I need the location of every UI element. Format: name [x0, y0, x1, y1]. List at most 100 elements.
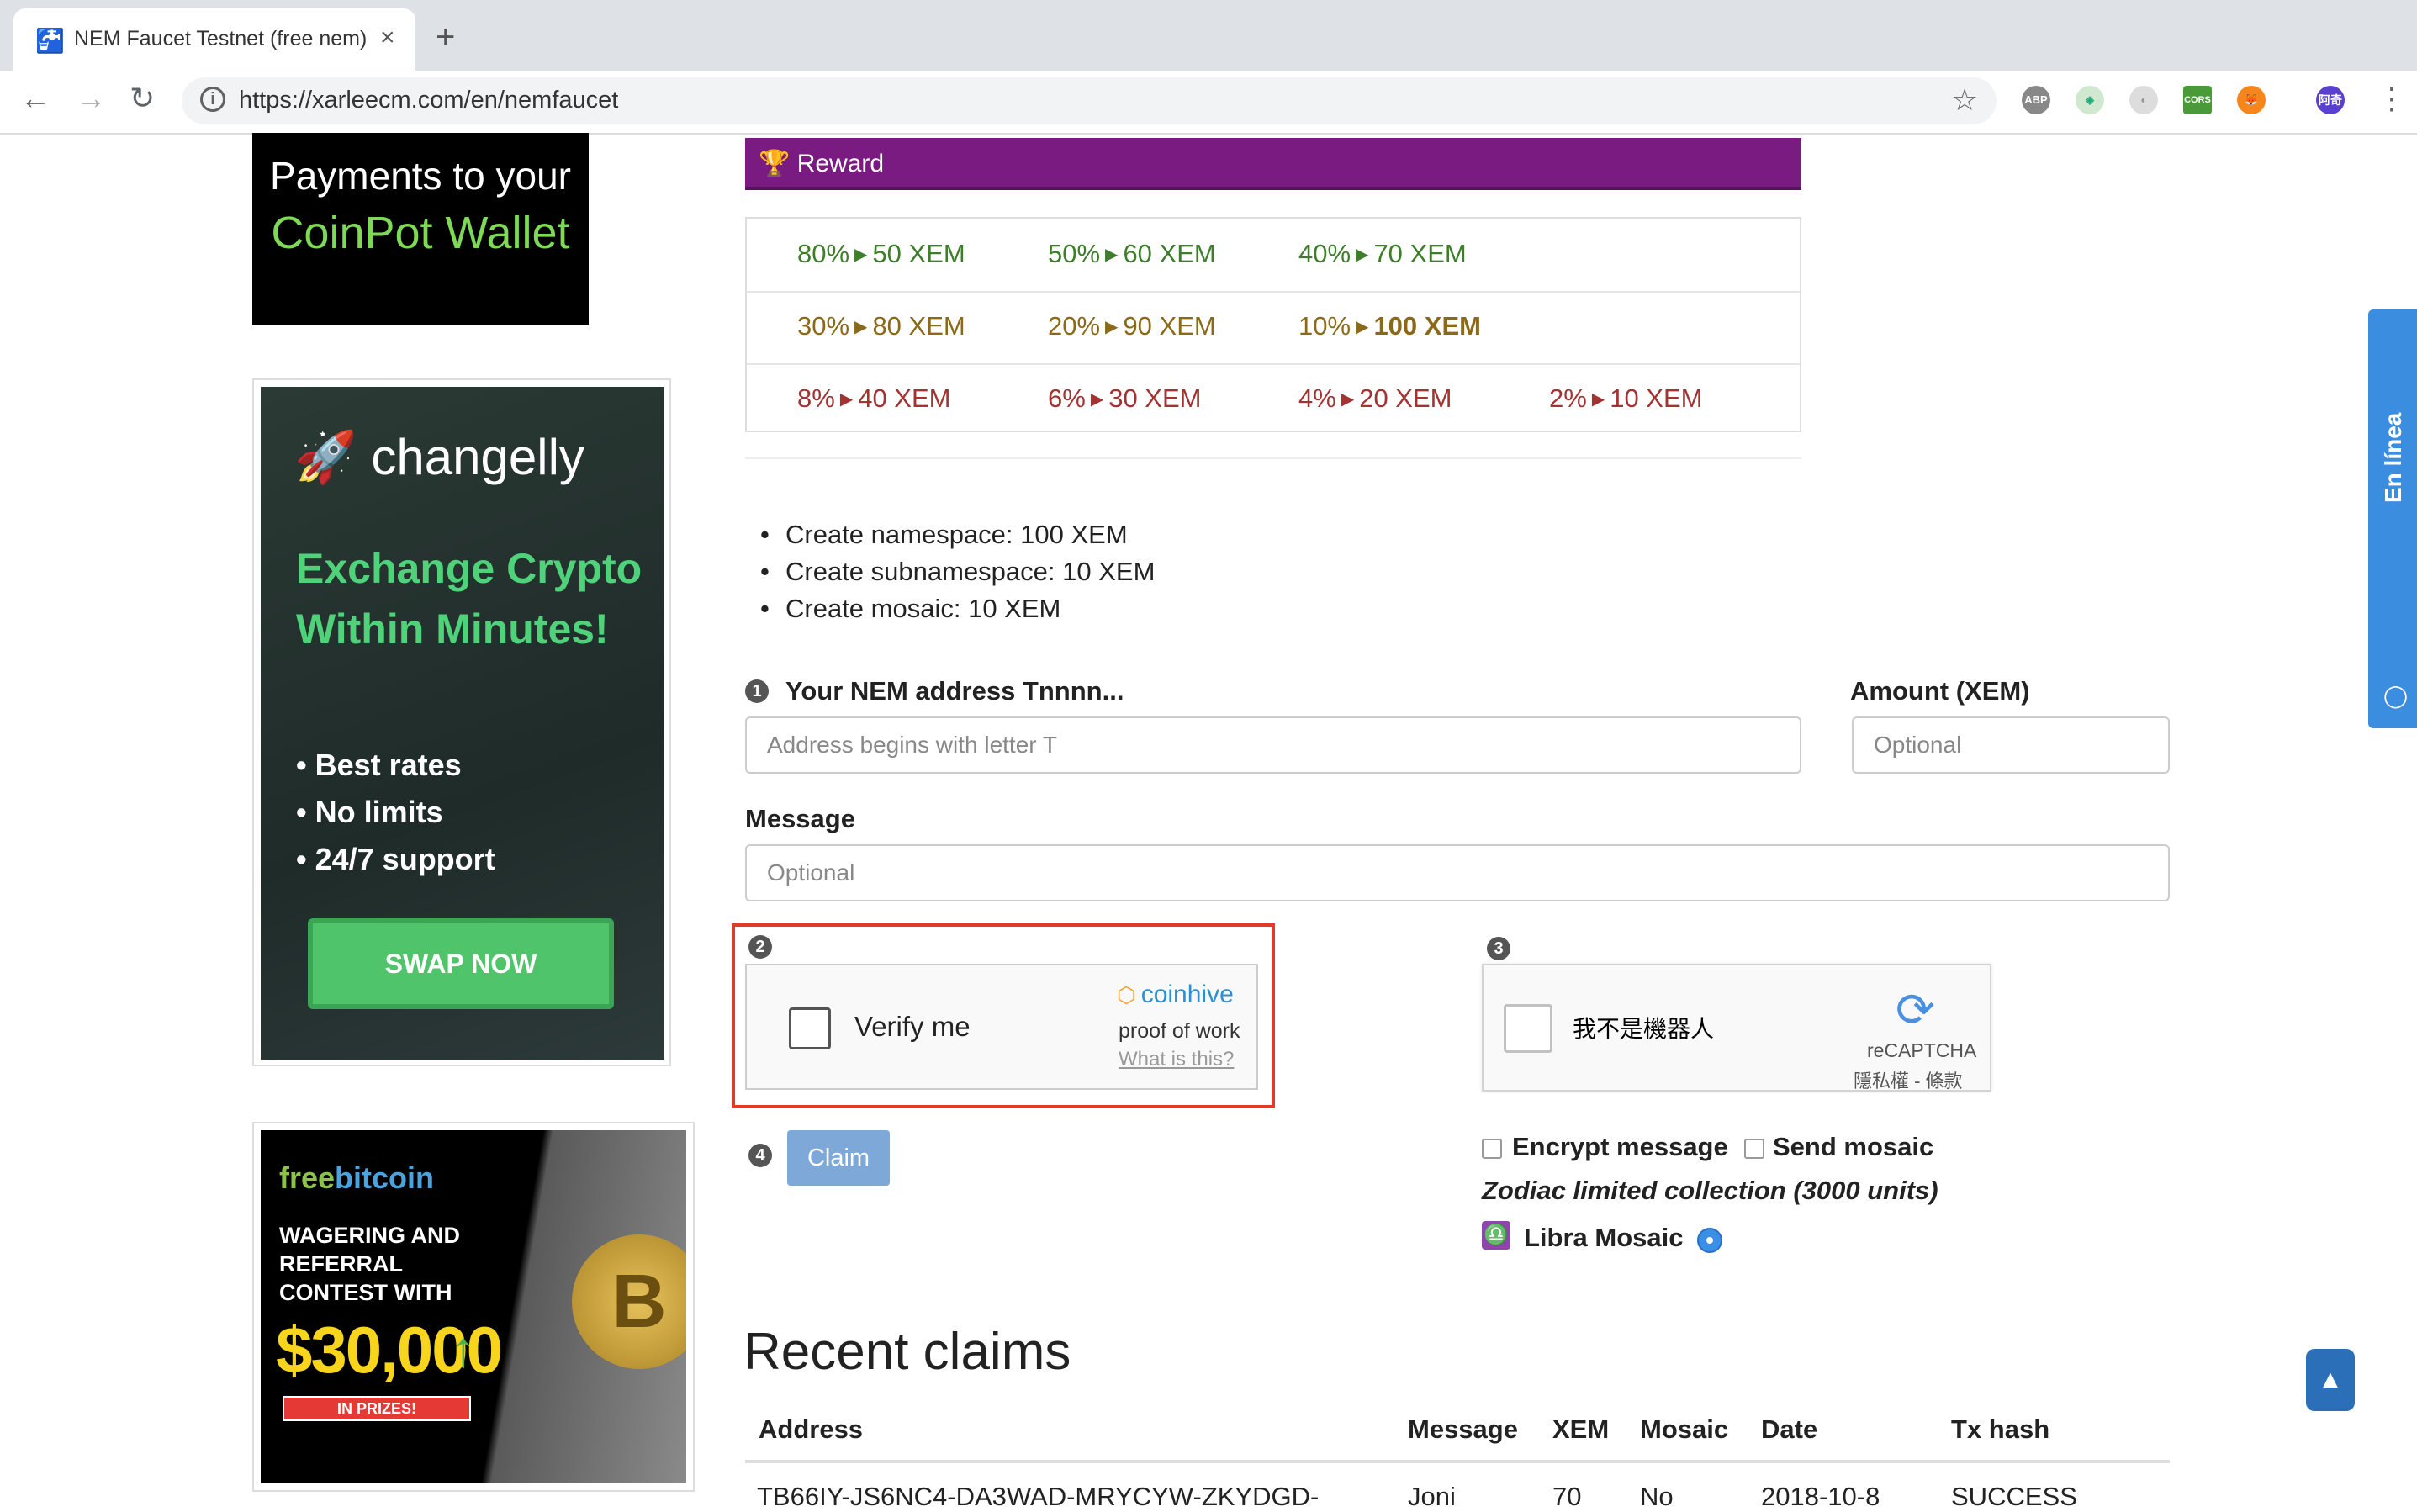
chat-bubble-icon: ◯ — [2383, 683, 2409, 708]
cors-extension-icon[interactable]: CORS — [2183, 86, 2212, 114]
column-header: Mosaic — [1640, 1414, 1729, 1444]
divider — [745, 457, 1801, 459]
libra-radio[interactable] — [1697, 1228, 1722, 1253]
recaptcha-widget: 我不是機器人 ⟳ reCAPTCHA 隱私權 - 條款 — [1482, 964, 1991, 1092]
faucet-favicon-icon: 🚰 — [35, 28, 65, 54]
table-cell-message: Joni — [1408, 1482, 1456, 1511]
changelly-headline: Exchange Crypto Within Minutes! — [296, 545, 643, 653]
list-item: Create namespace: 100 XEM — [760, 516, 1155, 553]
reward-table: 80% ▶ 50 XEM 50% ▶ 60 XEM 40% ▶ 70 XEM 30% ▶ 80 … — [745, 217, 1801, 432]
profile-avatar[interactable]: 阿奇 — [2316, 86, 2345, 114]
column-header: Address — [759, 1414, 864, 1444]
freebitcoin-text: WAGERING AND REFERRAL CONTEST WITH — [279, 1223, 460, 1305]
changelly-bullets: • Best rates • No limits • 24/7 support — [296, 742, 495, 883]
message-label: Message — [745, 804, 855, 833]
table-cell-xem: 70 — [1552, 1482, 1582, 1511]
address-bar[interactable]: i https://xarleecm.com/en/nemfaucet ☆ — [182, 77, 1997, 124]
reward-cell: 80% ▶ 50 XEM — [797, 239, 965, 268]
column-header: Tx hash — [1951, 1414, 2050, 1444]
rocket-icon: 🚀 — [294, 429, 357, 485]
wallet-extension-icon[interactable]: ◈ — [2076, 86, 2104, 114]
changelly-ad[interactable]: 🚀 changelly Exchange Crypto Within Minut… — [261, 387, 664, 1060]
live-chat-tab[interactable]: En línea ◯ — [2368, 309, 2417, 728]
recaptcha-logo-icon: ⟳ — [1896, 983, 1935, 1036]
encrypt-label: Encrypt message — [1512, 1132, 1728, 1161]
table-cell-address: TB66IY-JS6NC4-DA3WAD-MRYCYW-ZKYDGD- — [757, 1482, 1320, 1511]
reward-header: 🏆 Reward — [745, 138, 1801, 190]
claim-button[interactable]: Claim — [787, 1130, 890, 1186]
libra-icon: ♎ — [1482, 1221, 1510, 1250]
encrypt-checkbox[interactable] — [1482, 1139, 1502, 1159]
table-header-divider — [745, 1460, 2170, 1463]
shield-extension-icon[interactable]: ◐ — [2129, 86, 2158, 114]
coinpot-ad-line1: Payments to your — [270, 154, 571, 198]
up-arrow-icon: ↑ — [451, 1321, 476, 1377]
libra-mosaic-label: Libra Mosaic — [1524, 1223, 1684, 1252]
reward-cell: 50% ▶ 60 XEM — [1048, 239, 1216, 268]
freebitcoin-prize: IN PRIZES! — [283, 1396, 471, 1421]
amount-label: Amount (XEM) — [1850, 676, 2030, 706]
bookmark-star-icon[interactable]: ☆ — [1951, 82, 1978, 118]
reload-icon[interactable]: ↻ — [130, 81, 155, 116]
reward-cell: 20% ▶ 90 XEM — [1048, 311, 1216, 341]
menu-kebab-icon[interactable]: ⋮ — [2377, 81, 2407, 116]
operations-list: Create namespace: 100 XEM Create subname… — [760, 516, 1155, 627]
recaptcha-label: 我不是機器人 — [1573, 1016, 1715, 1042]
table-cell-date: 2018-10-8 — [1761, 1482, 1880, 1511]
step-1-badge: 1 — [745, 679, 769, 703]
back-icon[interactable]: ← — [20, 81, 50, 116]
bitcoin-coin-icon: B — [572, 1234, 686, 1369]
coinpot-ad[interactable]: Payments to your CoinPot Wallet — [252, 133, 589, 325]
recaptcha-brand: reCAPTCHA — [1867, 1039, 1977, 1061]
recent-claims-title: Recent claims — [743, 1323, 1071, 1381]
changelly-brand: changelly — [371, 429, 584, 485]
coinhive-captcha: Verify me ⬡ coinhive proof of work What i… — [745, 964, 1258, 1090]
cube-icon: ⬡ — [1117, 982, 1136, 1007]
verify-label: Verify me — [854, 1011, 971, 1042]
tab-close-icon[interactable]: × — [380, 24, 395, 52]
reward-cell: 30% ▶ 80 XEM — [797, 311, 965, 341]
browser-tab[interactable]: 🚰 NEM Faucet Testnet (free nem) × — [13, 8, 415, 71]
changelly-bullet: • 24/7 support — [296, 842, 495, 876]
changelly-logo: 🚀 changelly — [294, 427, 584, 487]
tab-title: NEM Faucet Testnet (free nem) — [74, 27, 368, 50]
swap-now-button[interactable]: SWAP NOW — [308, 918, 614, 1009]
new-tab-button[interactable]: + — [436, 19, 455, 56]
column-header: XEM — [1552, 1414, 1610, 1444]
address-input[interactable]: Address begins with letter T — [745, 716, 1801, 774]
list-item: Create subnamespace: 10 XEM — [760, 553, 1155, 590]
adblock-extension-icon[interactable]: ABP — [2022, 86, 2050, 114]
recaptcha-checkbox[interactable] — [1504, 1004, 1552, 1053]
table-cell-mosaic: No — [1640, 1482, 1674, 1511]
recaptcha-terms-link[interactable]: 隱私權 - 條款 — [1854, 1066, 1963, 1093]
send-mosaic-checkbox[interactable] — [1744, 1139, 1764, 1159]
verify-checkbox[interactable] — [789, 1007, 831, 1049]
reward-cell: 8% ▶ 40 XEM — [797, 383, 951, 413]
proof-of-work-text: proof of work — [1119, 1019, 1240, 1043]
trophy-icon: 🏆 — [759, 150, 791, 177]
coinhive-logo: ⬡ coinhive — [1117, 981, 1234, 1008]
table-cell-txhash: SUCCESS — [1951, 1482, 2077, 1511]
scroll-to-top-button[interactable]: ▲ — [2306, 1349, 2355, 1411]
reward-cell: 10% ▶ 100 XEM — [1298, 311, 1481, 341]
changelly-bullet: • Best rates — [296, 748, 462, 782]
forward-icon[interactable]: → — [76, 81, 106, 116]
zodiac-collection-text: Zodiac limited collection (3000 units) — [1482, 1176, 1938, 1205]
column-header: Date — [1761, 1414, 1818, 1444]
message-input[interactable]: Optional — [745, 844, 2170, 901]
reward-cell: 40% ▶ 70 XEM — [1298, 239, 1467, 268]
live-chat-label: En línea — [2380, 412, 2406, 503]
what-is-this-link[interactable]: What is this? — [1119, 1048, 1234, 1071]
url-text[interactable]: https://xarleecm.com/en/nemfaucet — [239, 87, 618, 114]
reward-row: 8% ▶ 40 XEM 6% ▶ 30 XEM 4% ▶ 20 XEM 2% ▶ 10 XEM — [747, 363, 1800, 436]
reward-cell: 6% ▶ 30 XEM — [1048, 383, 1202, 413]
amount-input[interactable]: Optional — [1852, 716, 2170, 774]
list-item: Create mosaic: 10 XEM — [760, 590, 1155, 627]
send-mosaic-label: Send mosaic — [1773, 1132, 1934, 1161]
metamask-fox-icon[interactable]: 🦊 — [2237, 86, 2266, 114]
address-label: Your NEM address Tnnnn... — [785, 676, 1124, 706]
reward-cell: 2% ▶ 10 XEM — [1549, 383, 1703, 413]
freebitcoin-ad[interactable]: B freebitcoin WAGERING AND REFERRAL CONT… — [261, 1130, 686, 1483]
reward-row: 80% ▶ 50 XEM 50% ▶ 60 XEM 40% ▶ 70 XEM — [747, 219, 1800, 293]
site-info-icon[interactable]: i — [200, 87, 225, 112]
